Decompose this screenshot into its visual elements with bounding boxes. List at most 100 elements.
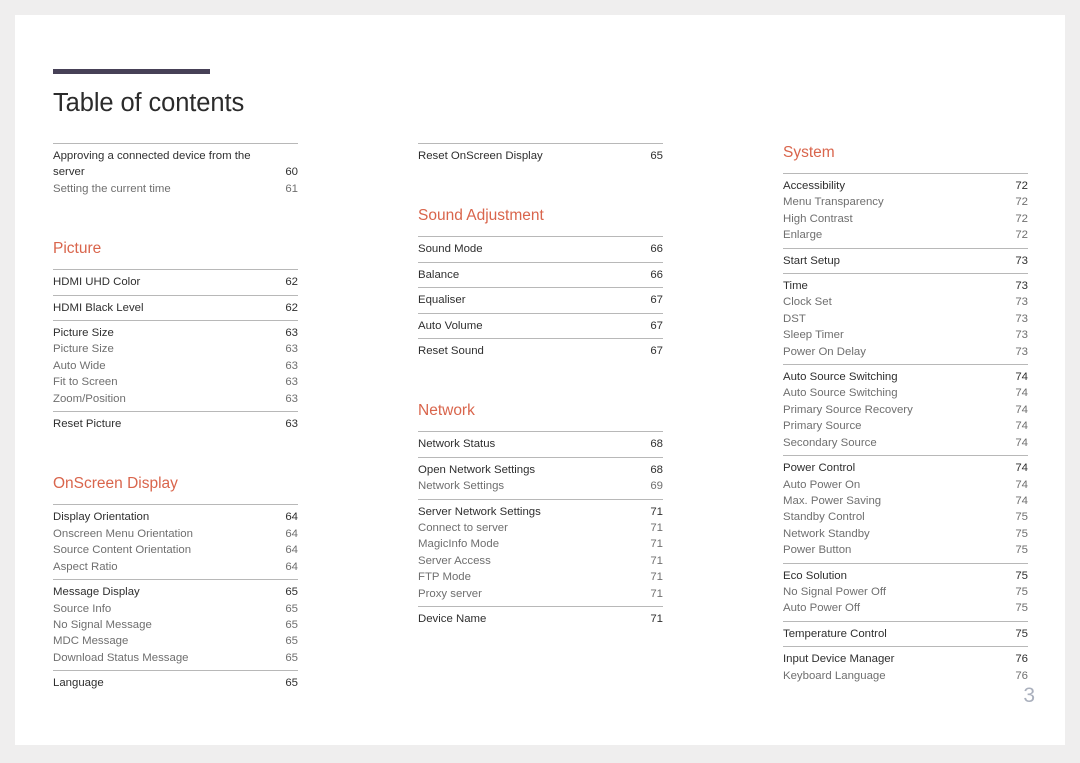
toc-entry[interactable]: High Contrast 72 [783, 211, 1028, 227]
toc-entry-page: 76 [1015, 669, 1028, 682]
toc-entry-label: Balance [418, 268, 460, 281]
toc-entry[interactable]: Input Device Manager 76 [783, 651, 1028, 667]
toc-entry[interactable]: Reset Picture 63 [53, 416, 298, 432]
toc-entry-label: Network Settings [418, 480, 505, 493]
toc-entry[interactable]: Power On Delay 73 [783, 344, 1028, 360]
toc-entry[interactable]: Aspect Ratio 64 [53, 559, 298, 575]
toc-entry[interactable]: FTP Mode 71 [418, 569, 663, 585]
toc-entry-page: 60 [285, 166, 298, 179]
toc-entry[interactable]: Device Name 71 [418, 611, 663, 627]
toc-entry[interactable]: Source Info 65 [53, 601, 298, 617]
toc-entry[interactable]: Start Setup 73 [783, 253, 1028, 269]
toc-entry[interactable]: Primary Source 74 [783, 418, 1028, 434]
toc-entry[interactable]: Auto Power On 74 [783, 477, 1028, 493]
toc-entry[interactable]: Keyboard Language 76 [783, 668, 1028, 684]
toc-section: Reset OnScreen Display 65 [418, 143, 663, 168]
toc-entry[interactable]: Reset OnScreen Display 65 [418, 148, 663, 164]
toc-section: System Accessibility 72 Menu Transparency 72… [783, 143, 1028, 688]
toc-entry[interactable]: Auto Wide 63 [53, 358, 298, 374]
toc-entry-label: Primary Source Recovery [783, 403, 913, 416]
toc-entry[interactable]: Open Network Settings 68 [418, 462, 663, 478]
toc-entry[interactable]: Network Settings 69 [418, 478, 663, 494]
toc-entry-page: 74 [1015, 420, 1028, 433]
toc-entry[interactable]: Equaliser 67 [418, 292, 663, 308]
toc-entry-page: 73 [1015, 312, 1028, 325]
toc-entry[interactable]: Temperature Control 75 [783, 626, 1028, 642]
toc-entry[interactable]: Secondary Source 74 [783, 435, 1028, 451]
toc-entry[interactable]: DST 73 [783, 311, 1028, 327]
toc-entry[interactable]: No Signal Message 65 [53, 617, 298, 633]
toc-entry[interactable]: Server Network Settings 71 [418, 504, 663, 520]
toc-entry[interactable]: Message Display 65 [53, 584, 298, 600]
toc-entry-page: 72 [1015, 180, 1028, 192]
toc-entry-page: 71 [650, 522, 663, 535]
toc-entry-label: High Contrast [783, 212, 853, 225]
section-heading[interactable]: System [783, 143, 1028, 162]
toc-entry[interactable]: HDMI UHD Color 62 [53, 274, 298, 290]
toc-entry[interactable]: No Signal Power Off 75 [783, 584, 1028, 600]
toc-entry[interactable]: Zoom/Position 63 [53, 391, 298, 407]
toc-section: Approving a connected device from the se… [53, 143, 298, 201]
toc-entry[interactable]: Standby Control 75 [783, 509, 1028, 525]
toc-entry[interactable]: Enlarge 72 [783, 227, 1028, 243]
toc-entry[interactable]: MDC Message 65 [53, 633, 298, 649]
toc-entry-label: Power Control [783, 462, 856, 475]
toc-entry[interactable]: Power Control 74 [783, 460, 1028, 476]
toc-entry[interactable]: Eco Solution 75 [783, 568, 1028, 584]
toc-entry[interactable]: Time 73 [783, 278, 1028, 294]
toc-entry[interactable]: Clock Set 73 [783, 294, 1028, 310]
toc-entry-page: 71 [650, 554, 663, 567]
toc-entry-page: 64 [285, 560, 298, 573]
toc-entry[interactable]: Sleep Timer 73 [783, 327, 1028, 343]
toc-entry-label: Picture Size [53, 343, 114, 356]
toc-group: Approving a connected device from the se… [53, 143, 298, 201]
toc-entry[interactable]: Approving a connected device from the se… [53, 148, 298, 181]
toc-entry[interactable]: Proxy server 71 [418, 586, 663, 602]
toc-entry[interactable]: Language 65 [53, 675, 298, 691]
toc-entry[interactable]: Setting the current time 61 [53, 181, 298, 197]
section-heading[interactable]: Network [418, 401, 663, 420]
toc-entry[interactable]: Balance 66 [418, 267, 663, 283]
toc-entry[interactable]: Picture Size 63 [53, 341, 298, 357]
toc-column-2: Reset OnScreen Display 65 Sound Adjustment… [418, 143, 663, 696]
toc-entry[interactable]: Auto Power Off 75 [783, 600, 1028, 616]
toc-entry[interactable]: Auto Source Switching 74 [783, 385, 1028, 401]
toc-group: Network Status 68 [418, 431, 663, 456]
toc-entry-label: No Signal Message [53, 618, 152, 631]
toc-entry[interactable]: Network Status 68 [418, 436, 663, 452]
toc-entry[interactable]: Fit to Screen 63 [53, 374, 298, 390]
toc-entry[interactable]: Download Status Message 65 [53, 650, 298, 666]
toc-entry-page: 66 [650, 268, 663, 281]
toc-entry-page: 75 [1015, 585, 1028, 598]
section-heading[interactable]: Picture [53, 239, 298, 258]
toc-entry[interactable]: Auto Volume 67 [418, 318, 663, 334]
toc-entry[interactable]: Onscreen Menu Orientation 64 [53, 526, 298, 542]
toc-entry[interactable]: MagicInfo Mode 71 [418, 536, 663, 552]
toc-entry[interactable]: Source Content Orientation 64 [53, 542, 298, 558]
toc-entry[interactable]: Display Orientation 64 [53, 509, 298, 525]
toc-entry[interactable]: Sound Mode 66 [418, 241, 663, 257]
toc-entry[interactable]: Reset Sound 67 [418, 343, 663, 359]
toc-entry[interactable]: Connect to server 71 [418, 520, 663, 536]
toc-entry[interactable]: Menu Transparency 72 [783, 194, 1028, 210]
toc-entry[interactable]: Server Access 71 [418, 553, 663, 569]
toc-entry[interactable]: Picture Size 63 [53, 325, 298, 341]
page-header: Table of contents [53, 69, 373, 118]
toc-entry-label: Enlarge [783, 229, 823, 242]
section-heading[interactable]: OnScreen Display [53, 474, 298, 493]
toc-entry-page: 65 [285, 635, 298, 648]
toc-entry[interactable]: Primary Source Recovery 74 [783, 402, 1028, 418]
toc-entry[interactable]: Accessibility 72 [783, 178, 1028, 194]
toc-entry-label: Keyboard Language [783, 669, 886, 682]
toc-entry[interactable]: HDMI Black Level 62 [53, 300, 298, 316]
toc-group: Balance 66 [418, 261, 663, 287]
toc-group: Temperature Control 75 [783, 620, 1028, 646]
toc-entry-label: Proxy server [418, 587, 482, 600]
section-heading[interactable]: Sound Adjustment [418, 206, 663, 225]
toc-entry[interactable]: Network Standby 75 [783, 526, 1028, 542]
toc-entry[interactable]: Power Button 75 [783, 542, 1028, 558]
toc-entry-page: 63 [285, 376, 298, 389]
toc-entry[interactable]: Auto Source Switching 74 [783, 369, 1028, 385]
toc-entry[interactable]: Max. Power Saving 74 [783, 493, 1028, 509]
